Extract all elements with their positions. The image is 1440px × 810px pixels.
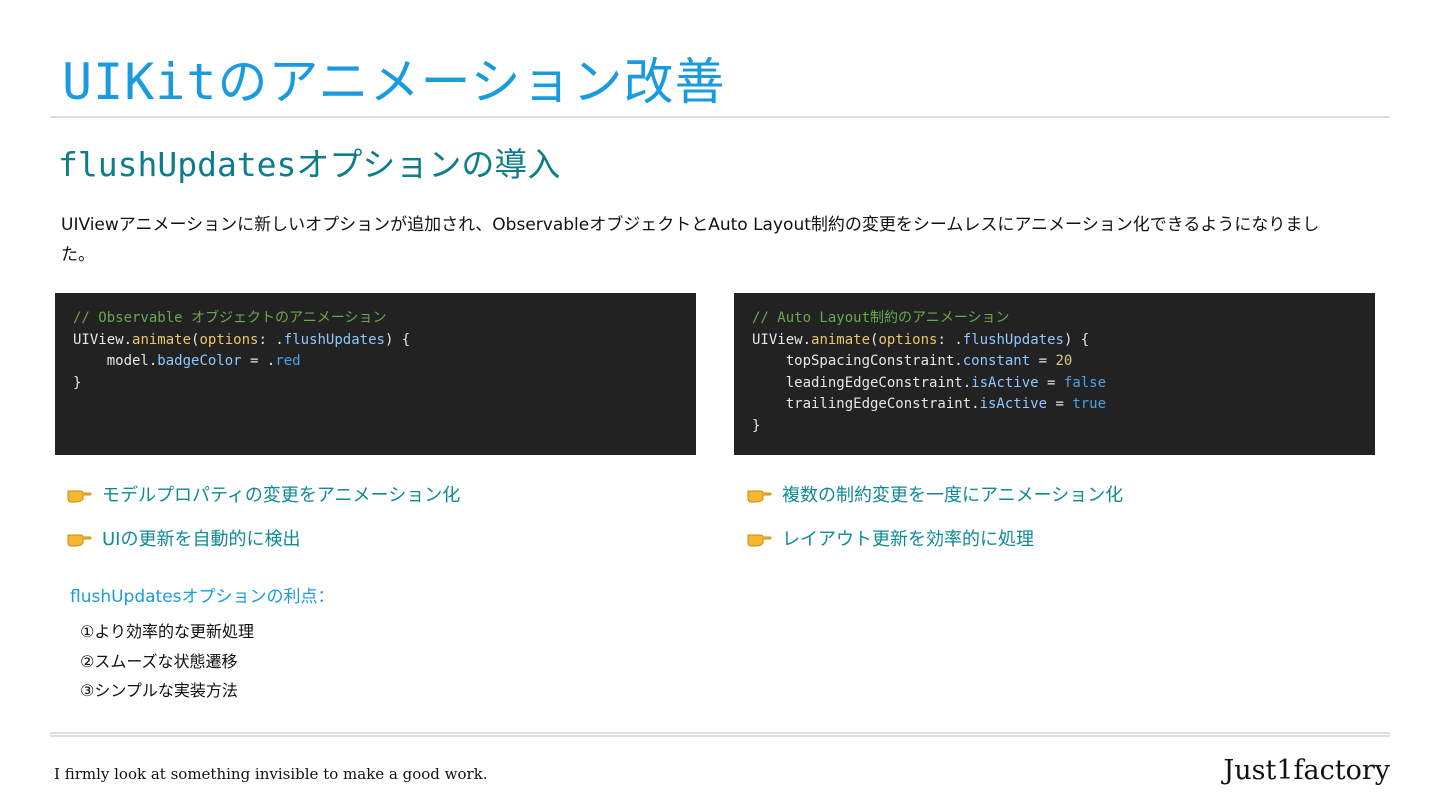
description-text: UIViewアニメーションに新しいオプションが追加され、Observableオブ… xyxy=(61,215,1320,265)
bullet-item: モデルプロパティの変更をアニメーション化 xyxy=(66,481,460,507)
subtitle-prefix: flushUpdates xyxy=(58,145,297,184)
code-token: : . xyxy=(937,331,963,348)
code-token: isActive xyxy=(971,374,1039,391)
bullet-text: レイアウト更新を効率的に処理 xyxy=(782,529,1034,550)
code-token: animate xyxy=(811,331,871,348)
code-token: UIView. xyxy=(752,331,812,348)
list-item: ③シンプルな実装方法 xyxy=(80,681,238,700)
code-token: flushUpdates xyxy=(962,331,1064,348)
advantages-list: ①より効率的な更新処理 ②スムーズな状態遷移 ③シンプルな実装方法 xyxy=(80,617,254,706)
code-token: model. xyxy=(73,353,158,369)
list-item: ②スムーズな状態遷移 xyxy=(80,651,238,671)
title-suffix: のアニメーション改善 xyxy=(217,53,726,111)
code-token: true xyxy=(1072,396,1107,412)
code-token: constant xyxy=(962,353,1031,369)
code-token: options xyxy=(878,331,938,348)
bullet-text: モデルプロパティの変更をアニメーション化 xyxy=(102,485,461,506)
list-item: ①より効率的な更新処理 xyxy=(80,622,255,641)
code-token: false xyxy=(1063,374,1107,391)
advantages-heading: flushUpdatesオプションの利点： xyxy=(70,587,335,607)
code-token: flushUpdates xyxy=(283,331,385,348)
code-token: isActive xyxy=(979,396,1048,412)
footer-divider xyxy=(50,732,1390,737)
footer-tagline: I firmly look at something invisible to … xyxy=(54,765,488,783)
bullet-item: UIの更新を自動的に検出 xyxy=(66,525,300,551)
pointing-hand-icon xyxy=(67,534,92,547)
section-subtitle: flushUpdatesオプションの導入 xyxy=(58,138,560,186)
code-token: } xyxy=(73,374,82,391)
subtitle-suffix: オプションの導入 xyxy=(296,145,561,184)
code-token: animate xyxy=(132,331,192,348)
code-token: leadingEdgeConstraint. xyxy=(752,374,972,391)
code-token: badgeColor xyxy=(157,353,242,369)
code-token: } xyxy=(752,417,761,434)
bullet-item: 複数の制約変更を一度にアニメーション化 xyxy=(746,481,1123,507)
bullet-item: レイアウト更新を効率的に処理 xyxy=(746,525,1034,551)
title-divider xyxy=(50,116,1390,118)
code-token: red xyxy=(275,353,301,369)
pointing-hand-icon xyxy=(747,534,772,547)
code-token: ) { xyxy=(1063,331,1090,348)
code-token: options xyxy=(199,331,259,348)
code-token: = xyxy=(1047,396,1073,412)
bullet-text: UIの更新を自動的に検出 xyxy=(102,529,301,550)
slide-title: UIKitのアニメーション改善 xyxy=(62,42,726,114)
pointing-hand-icon xyxy=(747,490,772,503)
code-token: 20 xyxy=(1055,353,1073,369)
title-prefix: UIKit xyxy=(62,53,218,111)
bullet-text: 複数の制約変更を一度にアニメーション化 xyxy=(782,485,1124,506)
code-token: ) { xyxy=(384,331,411,348)
code-comment: // Auto Layout制約のアニメーション xyxy=(752,310,1010,326)
code-token: trailingEdgeConstraint. xyxy=(752,396,980,412)
brand-logo: Just1factory xyxy=(1223,755,1390,786)
code-token: : . xyxy=(258,331,284,348)
code-token: topSpacingConstraint. xyxy=(752,353,963,369)
code-block-autolayout: // Auto Layout制約のアニメーション UIView.animate(… xyxy=(734,293,1375,455)
code-token: UIView. xyxy=(73,331,133,348)
code-token: = xyxy=(1030,353,1056,369)
code-block-observable: // Observable オブジェクトのアニメーション UIView.anim… xyxy=(55,293,696,455)
code-token: = xyxy=(1038,374,1064,391)
code-comment: // Observable オブジェクトのアニメーション xyxy=(73,310,387,326)
pointing-hand-icon xyxy=(67,490,92,503)
code-token: = . xyxy=(241,353,276,369)
